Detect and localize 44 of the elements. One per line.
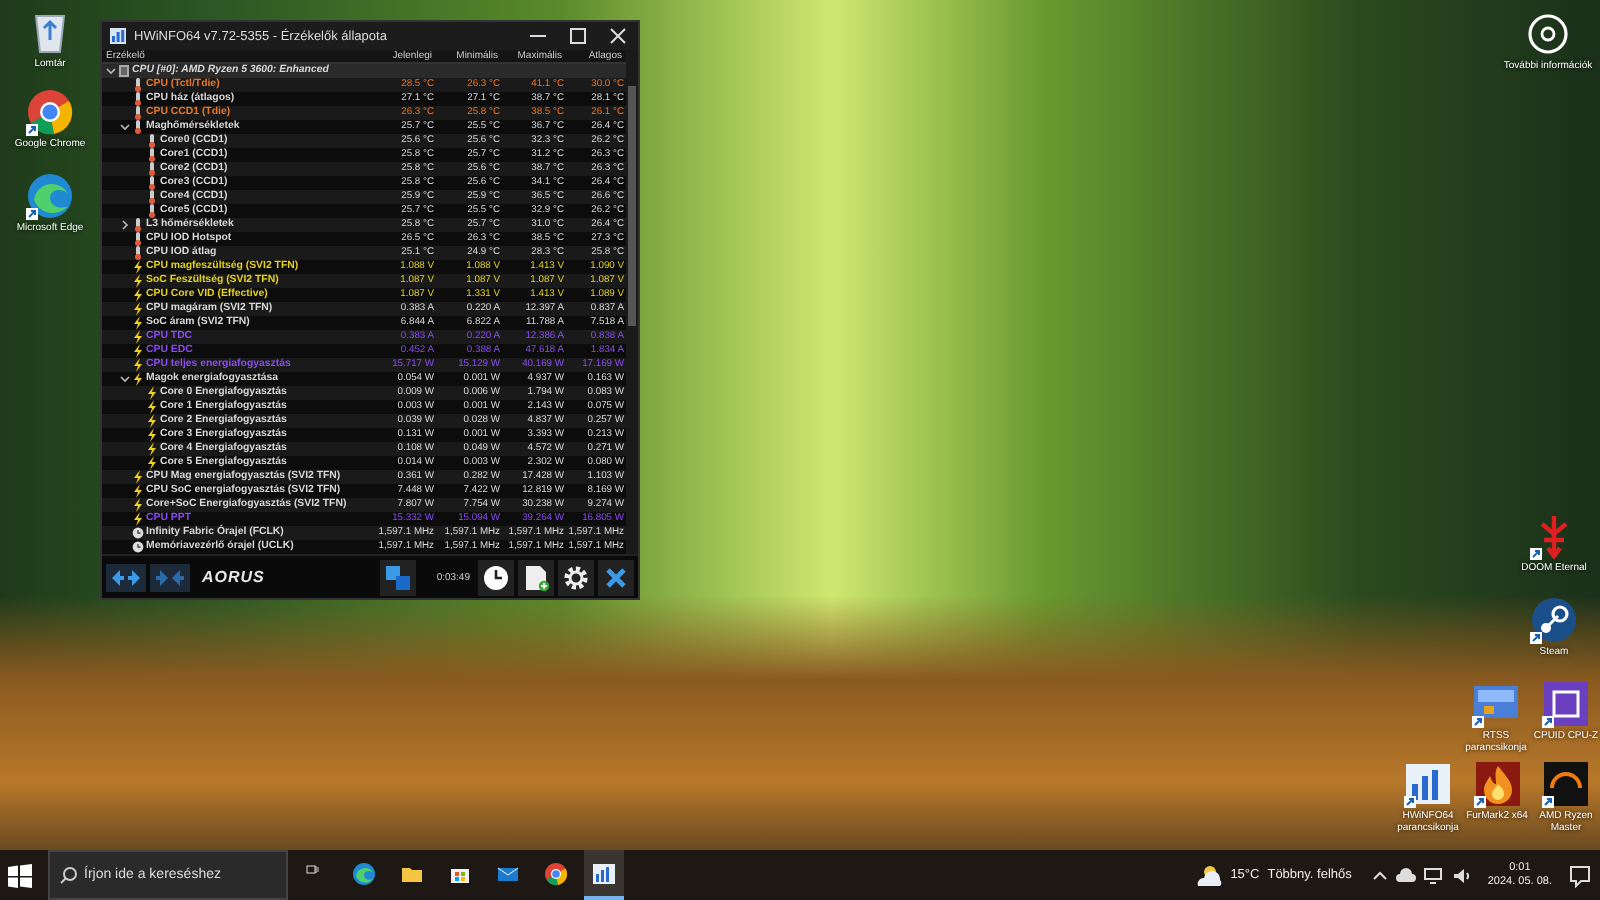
collapse-arrows-button[interactable] <box>150 563 190 591</box>
ryzen-icon[interactable] <box>1542 760 1590 808</box>
clock-button[interactable] <box>478 559 514 595</box>
arrows-icon <box>154 567 186 587</box>
network-icon[interactable] <box>1423 867 1444 883</box>
edge-icon <box>352 861 376 885</box>
switch-layout-button[interactable] <box>380 559 417 595</box>
arrows-icon <box>110 567 142 587</box>
settings-button[interactable] <box>558 559 594 595</box>
scrollbar[interactable] <box>626 50 638 554</box>
gear-icon <box>562 563 590 591</box>
windows-start-icon[interactable] <box>8 863 32 887</box>
chip-icon <box>118 64 130 78</box>
scroll-thumb[interactable] <box>628 86 636 326</box>
steam-icon[interactable] <box>1530 596 1578 644</box>
cloud-icon[interactable] <box>1395 867 1416 883</box>
chart-icon <box>592 861 616 885</box>
windows-icon <box>384 563 413 591</box>
chevron-icon[interactable] <box>120 374 130 384</box>
notification-icon[interactable] <box>1568 863 1592 887</box>
add-report-button[interactable] <box>518 559 554 595</box>
monitor-icon[interactable] <box>1472 680 1520 728</box>
edge-icon[interactable] <box>26 172 74 220</box>
close-icon <box>602 563 630 591</box>
chevron-icon[interactable] <box>106 66 116 76</box>
speaker-icon[interactable] <box>1451 867 1472 883</box>
chip-icon[interactable] <box>1542 680 1590 728</box>
camera-icon[interactable] <box>1524 10 1572 58</box>
flame-icon[interactable] <box>1473 760 1521 808</box>
close-button[interactable] <box>598 559 634 595</box>
brand-logo: AORUS <box>202 568 265 586</box>
app-icon <box>110 28 126 44</box>
search-icon <box>60 866 78 884</box>
chrome-icon <box>544 861 568 885</box>
chevron-icon[interactable] <box>1371 867 1388 883</box>
clock-icon <box>482 563 510 591</box>
taskbar-app-button[interactable] <box>584 850 624 900</box>
expand-arrows-button[interactable] <box>106 563 146 591</box>
document-plus-icon <box>522 563 550 591</box>
chevron-icon[interactable] <box>120 220 130 230</box>
chrome-icon[interactable] <box>26 88 74 136</box>
chart-icon[interactable] <box>1404 760 1452 808</box>
chevron-icon[interactable] <box>120 122 130 132</box>
weather-cloud-icon[interactable] <box>1194 863 1223 887</box>
